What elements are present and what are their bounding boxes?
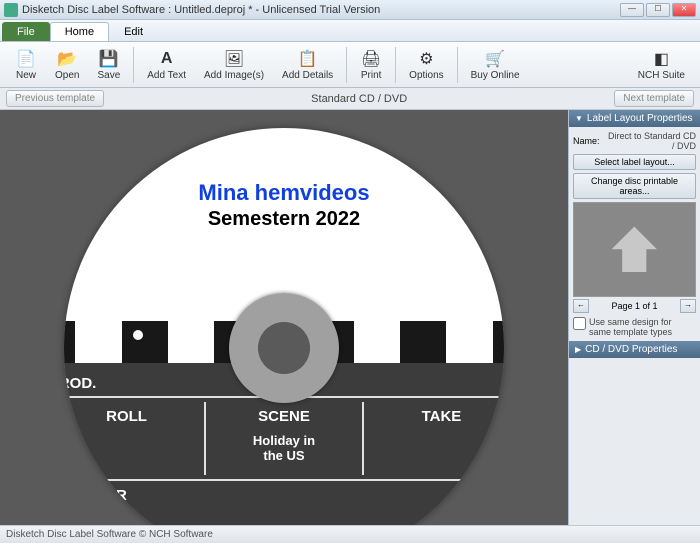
page-prev-button[interactable]: ← [573,299,589,313]
nch-suite-button[interactable]: ◧NCH Suite [629,45,694,84]
template-title: Standard CD / DVD [104,93,614,105]
disc-text-area[interactable]: Mina hemvideos Semestern 2022 [64,180,504,231]
menu-bar: File Home Edit [0,20,700,42]
change-printable-areas-button[interactable]: Change disc printable areas... [573,173,696,199]
disc-title-2[interactable]: Semestern 2022 [64,208,504,231]
disc-label[interactable]: Mina hemvideos Semestern 2022 PROD. ROLL… [64,128,504,526]
open-button[interactable]: 📂Open [46,45,88,84]
template-bar: Previous template Standard CD / DVD Next… [0,88,700,110]
page-next-button[interactable]: → [680,299,696,313]
name-label: Name: [573,136,605,146]
clap-take-label: TAKE [368,408,504,425]
clap-scene-label: SCENE [210,408,357,425]
print-icon: 🖨 [360,48,382,70]
clap-scene-value[interactable]: Holiday in the US [210,433,357,463]
same-design-checkbox-row[interactable]: Use same design for same template types [573,317,696,337]
title-bar: Disketch Disc Label Software : Untitled.… [0,0,700,20]
tab-edit[interactable]: Edit [109,22,158,41]
save-button[interactable]: 💾Save [88,45,129,84]
disc-center-hole [229,293,339,403]
maximize-button[interactable]: ☐ [646,3,670,17]
disc-title-1[interactable]: Mina hemvideos [64,180,504,206]
separator [395,47,396,83]
chevron-down-icon: ▼ [575,114,583,123]
text-icon: A [156,48,178,70]
details-icon: 📋 [297,48,319,70]
separator [346,47,347,83]
clap-roll-label: ROLL [64,408,200,425]
tab-home[interactable]: Home [50,22,109,41]
save-icon: 💾 [98,48,120,70]
separator [133,47,134,83]
close-button[interactable]: ✕ [672,3,696,17]
window-title: Disketch Disc Label Software : Untitled.… [22,4,620,16]
add-text-button[interactable]: AAdd Text [138,45,195,84]
images-icon: 🖼 [223,48,245,70]
same-design-checkbox[interactable] [573,317,586,330]
new-icon: 📄 [15,48,37,70]
suite-icon: ◧ [650,48,672,70]
minimize-button[interactable]: — [620,3,644,17]
print-button[interactable]: 🖨Print [351,45,391,84]
next-template-button[interactable]: Next template [614,90,694,107]
options-button[interactable]: ⚙Options [400,45,452,84]
cart-icon: 🛒 [484,48,506,70]
status-text: Disketch Disc Label Software © NCH Softw… [6,529,213,540]
clap-director-label: DIRECTOR [64,481,504,504]
toolbar: 📄New 📂Open 💾Save AAdd Text 🖼Add Image(s)… [0,42,700,88]
side-panel: ▼Label Layout Properties Name:Direct to … [568,110,700,525]
name-value: Direct to Standard CD / DVD [605,131,696,151]
new-button[interactable]: 📄New [6,45,46,84]
clapper-hinge [99,330,143,340]
layout-properties-header[interactable]: ▼Label Layout Properties [569,110,700,127]
chevron-right-icon: ▶ [575,345,581,354]
open-icon: 📂 [56,48,78,70]
tab-file[interactable]: File [2,22,50,41]
cddvd-properties-header[interactable]: ▶CD / DVD Properties [569,341,700,358]
buy-online-button[interactable]: 🛒Buy Online [462,45,529,84]
layout-preview [573,202,696,297]
status-bar: Disketch Disc Label Software © NCH Softw… [0,525,700,543]
page-indicator: Page 1 of 1 [593,301,676,311]
app-icon [4,3,18,17]
select-label-layout-button[interactable]: Select label layout... [573,154,696,170]
gear-icon: ⚙ [415,48,437,70]
separator [457,47,458,83]
add-details-button[interactable]: 📋Add Details [273,45,342,84]
add-images-button[interactable]: 🖼Add Image(s) [195,45,273,84]
previous-template-button[interactable]: Previous template [6,90,104,107]
design-canvas[interactable]: Mina hemvideos Semestern 2022 PROD. ROLL… [0,110,568,525]
up-arrow-icon [604,219,665,280]
